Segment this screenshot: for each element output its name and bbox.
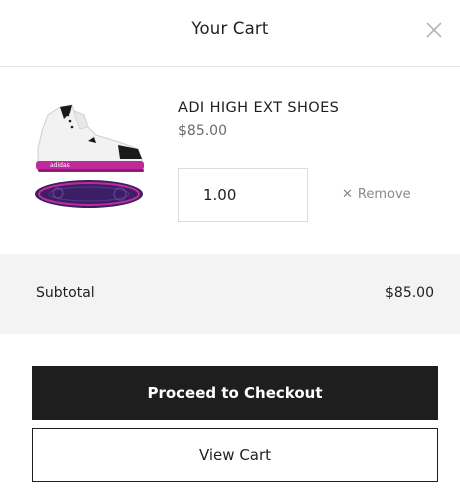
subtotal-label: Subtotal [36,285,95,301]
svg-text:adidas: adidas [50,162,70,169]
close-icon[interactable] [424,20,444,40]
quantity-input[interactable] [178,168,308,222]
subtotal-value: $85.00 [385,285,434,301]
subtotal-row: Subtotal $85.00 [0,254,460,334]
x-icon: ✕ [342,187,353,202]
proceed-to-checkout-button[interactable]: Proceed to Checkout [32,366,438,420]
product-image[interactable]: adidas [30,101,148,211]
product-name[interactable]: ADI HIGH EXT SHOES [178,100,339,116]
remove-label: Remove [357,187,411,202]
cart-item: adidas ADI HIGH EXT SHOES $85.00 ✕ Remov… [0,67,460,254]
cart-title: Your Cart [191,19,269,38]
view-cart-button[interactable]: View Cart [32,428,438,482]
product-price: $85.00 [178,123,227,139]
remove-button[interactable]: ✕ Remove [342,187,411,202]
cart-header: Your Cart [0,0,460,67]
